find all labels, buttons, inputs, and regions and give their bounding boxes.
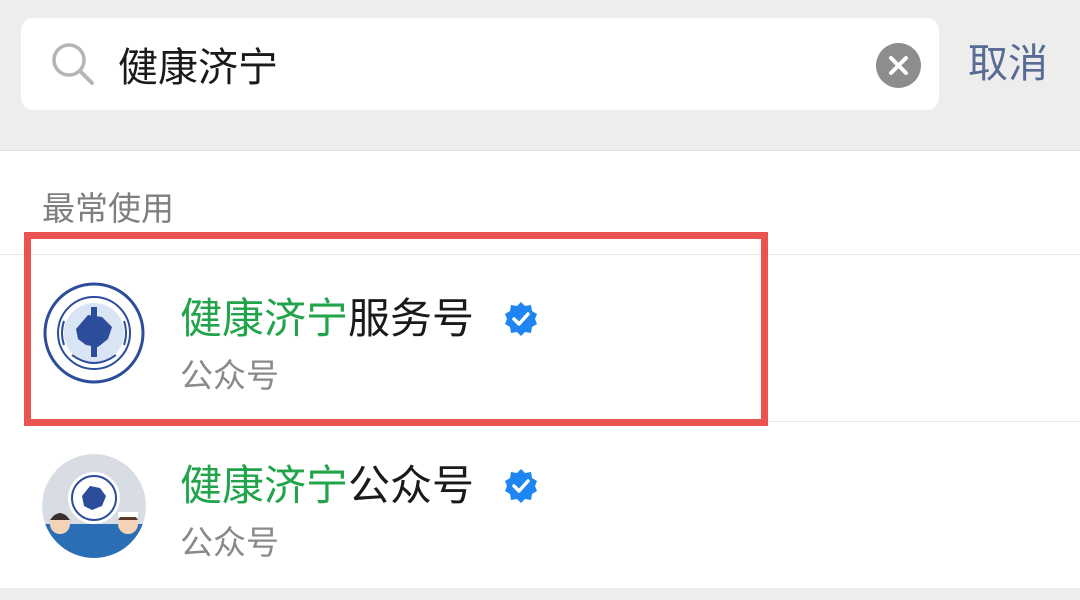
search-icon — [49, 40, 97, 88]
section-title-frequently-used: 最常使用 — [42, 189, 174, 228]
result-title-highlight: 健康济宁 — [180, 294, 349, 343]
bottom-band — [0, 588, 1080, 600]
search-results: 最常使用 健康济宁服务号 公众号 健康济宁公众号 公众号 — [0, 150, 1080, 589]
result-title-highlight: 健康济宁 — [180, 461, 349, 510]
cancel-button[interactable]: 取消 — [968, 34, 1058, 94]
avatar — [42, 281, 146, 385]
result-title: 健康济宁服务号 — [180, 293, 539, 345]
result-title-suffix: 服务号 — [348, 294, 475, 343]
search-input[interactable] — [118, 34, 818, 94]
search-bar: 取消 — [0, 0, 1080, 150]
search-box[interactable] — [21, 18, 939, 110]
result-row-service-account[interactable]: 健康济宁服务号 公众号 — [0, 255, 1080, 415]
verified-icon — [503, 297, 539, 336]
result-title-suffix: 公众号 — [348, 461, 475, 510]
result-subtitle: 公众号 — [180, 356, 279, 395]
verified-icon — [503, 464, 539, 503]
clear-search-button[interactable] — [876, 43, 921, 88]
result-subtitle: 公众号 — [180, 523, 279, 562]
avatar — [42, 454, 146, 558]
result-title: 健康济宁公众号 — [180, 460, 539, 512]
close-icon — [889, 56, 908, 75]
result-row-public-account[interactable]: 健康济宁公众号 公众号 — [0, 422, 1080, 582]
